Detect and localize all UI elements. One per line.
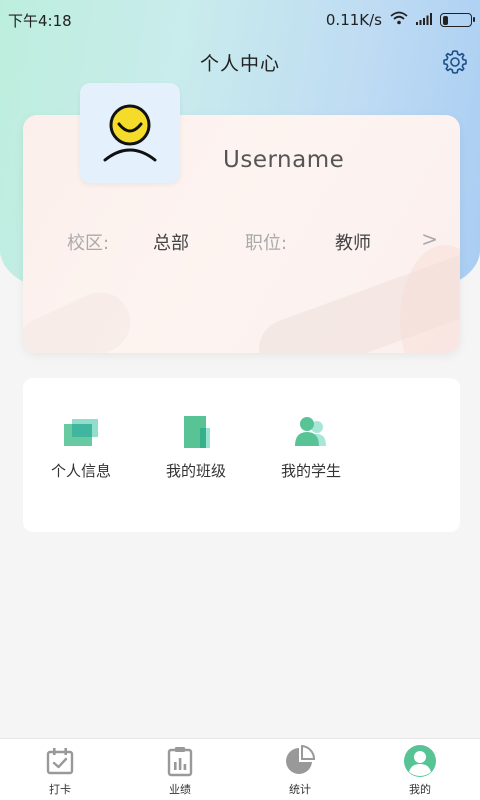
status-bar: 下午4:18 0.11K/s	[0, 0, 480, 40]
campus-value: 总部	[153, 233, 189, 254]
tab-statistics[interactable]: 统计	[240, 739, 360, 800]
tab-label: 打卡	[49, 783, 71, 796]
bottom-tab-bar: 打卡 业绩 统计 我的	[0, 738, 480, 800]
battery-icon	[440, 13, 475, 27]
status-time: 下午4:18	[8, 11, 72, 30]
tab-label: 我的	[409, 783, 431, 796]
tab-label: 业绩	[169, 783, 191, 796]
tab-check-in[interactable]: 打卡	[0, 739, 120, 800]
my-class-icon	[176, 414, 216, 450]
position-value: 教师	[335, 233, 371, 254]
gear-icon[interactable]	[442, 49, 468, 75]
card-decoration	[400, 245, 460, 353]
avatar[interactable]	[80, 83, 180, 183]
status-indicators: 0.11K/s	[325, 11, 475, 29]
menu-item-personal-info[interactable]: 个人信息	[26, 414, 136, 494]
profile-icon	[404, 745, 436, 777]
title-bar: 个人中心	[0, 40, 480, 84]
tab-label: 统计	[289, 783, 311, 796]
username: Username	[223, 147, 345, 173]
campus-label: 校区:	[67, 233, 110, 254]
card-decoration	[23, 282, 141, 353]
menu-item-label: 个人信息	[50, 462, 111, 480]
menu-item-label: 我的学生	[280, 462, 341, 480]
wifi-icon	[390, 11, 408, 29]
tab-profile[interactable]: 我的	[360, 739, 480, 800]
position-label: 职位:	[245, 233, 288, 254]
page-title: 个人中心	[199, 52, 280, 75]
battery-level	[442, 15, 448, 25]
performance-icon	[164, 745, 196, 777]
menu-item-my-class[interactable]: 我的班级	[141, 414, 251, 494]
menu-card: 个人信息 我的班级 我的学生	[23, 378, 460, 532]
check-in-icon	[44, 745, 76, 777]
menu-item-my-students[interactable]: 我的学生	[256, 414, 366, 494]
signal-icon	[416, 11, 432, 29]
smiley-avatar-icon	[99, 100, 161, 166]
chevron-right-icon[interactable]: >	[421, 227, 438, 251]
tab-performance[interactable]: 业绩	[120, 739, 240, 800]
my-students-icon	[291, 414, 331, 450]
menu-item-label: 我的班级	[165, 462, 226, 480]
statistics-icon	[284, 744, 316, 777]
personal-info-icon	[61, 414, 101, 450]
profile-info-row[interactable]: 校区: 总部 职位: 教师 >	[23, 225, 460, 257]
network-speed: 0.11K/s	[325, 11, 382, 29]
